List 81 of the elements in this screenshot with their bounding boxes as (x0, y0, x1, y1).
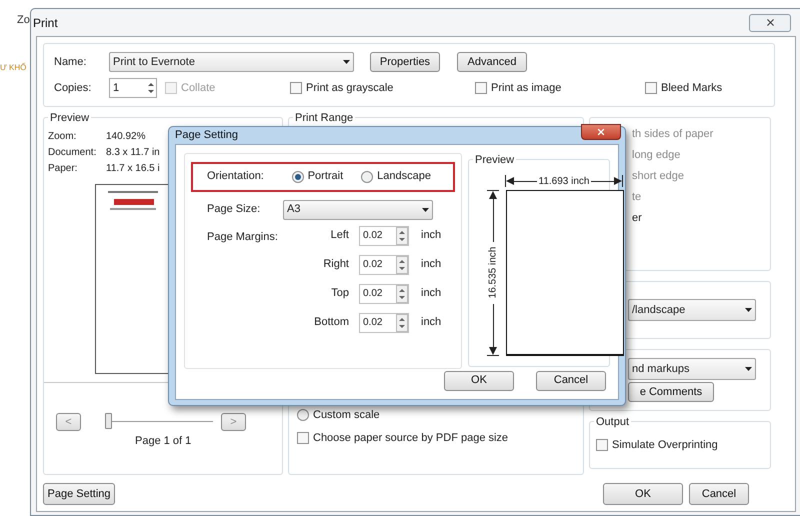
close-button[interactable] (749, 14, 791, 32)
radio-button[interactable] (361, 170, 374, 182)
checkbox-label: Choose paper source by PDF page size (313, 430, 508, 446)
toolbar-label: Zo (17, 13, 30, 28)
unit-label: inch (421, 228, 442, 244)
checkbox[interactable] (475, 82, 487, 94)
field-label: Page Size: (207, 202, 262, 218)
height-dimension: 16.535 inch (485, 190, 501, 356)
window-title: Print (33, 14, 58, 32)
comments-button[interactable]: e Comments (628, 382, 714, 402)
radio-label: Portrait (308, 169, 344, 184)
spinner-icon (396, 314, 408, 332)
dialog-title: Page Setting (175, 128, 238, 143)
option-label: te (632, 190, 642, 204)
checkbox-label: Collate (181, 80, 216, 96)
page-setting-button[interactable]: Page Setting (43, 483, 115, 505)
checkbox-label: Print as image (491, 80, 562, 96)
unit-label: inch (421, 286, 442, 302)
margin-label: Top (330, 286, 349, 302)
close-icon (596, 127, 606, 138)
ok-button[interactable]: OK (444, 370, 514, 390)
margin-field[interactable]: 0.02 (359, 226, 409, 246)
radio-label: Custom scale (313, 408, 380, 423)
info-value: 140.92% (106, 130, 146, 144)
field-label: Page Margins: (207, 230, 279, 244)
option-label: long edge (632, 148, 682, 162)
cancel-button[interactable]: Cancel (536, 370, 606, 390)
checkbox-label: Print as grayscale (306, 80, 394, 96)
field-label: Name: (54, 54, 88, 70)
caret-icon (745, 367, 752, 371)
advanced-button[interactable]: Advanced (457, 52, 527, 72)
caret-icon (422, 208, 429, 212)
info-value: 11.7 x 16.5 i (106, 162, 160, 176)
copies-field[interactable]: 1 (109, 78, 157, 98)
margin-field[interactable]: 0.02 (359, 312, 409, 332)
printer-dropdown[interactable]: Print to Evernote (109, 52, 354, 72)
checkbox-label: Simulate Overprinting (612, 438, 718, 453)
margin-label: Bottom (313, 315, 349, 330)
group-title: Output (594, 414, 632, 430)
page-slider[interactable] (105, 413, 213, 431)
margin-field[interactable]: 0.02 (359, 284, 409, 304)
close-icon (764, 17, 776, 28)
close-button[interactable] (581, 124, 621, 140)
page-size-dropdown[interactable]: A3 (283, 200, 433, 220)
margin-field[interactable]: 0.02 (359, 254, 409, 274)
radio-button[interactable] (292, 170, 304, 182)
checkbox[interactable] (290, 82, 302, 94)
caret-icon (343, 60, 350, 64)
slider-thumb[interactable] (105, 413, 112, 429)
side-text: Ư KHỐ (0, 62, 26, 74)
option-label: er (632, 211, 643, 225)
radio-label: Landscape (377, 169, 431, 184)
spinner-icon (396, 256, 408, 274)
option-label: th sides of paper (632, 127, 714, 141)
spinner-icon (146, 80, 156, 96)
checkbox[interactable] (596, 439, 608, 451)
info-value: 8.3 x 11.7 in (106, 146, 160, 160)
unit-label: inch (421, 257, 442, 272)
checkbox[interactable] (645, 82, 657, 94)
comments-dropdown[interactable]: nd markups (628, 358, 756, 380)
field-label: Copies: (54, 80, 92, 96)
properties-button[interactable]: Properties (370, 52, 440, 72)
caret-icon (745, 308, 752, 312)
orientation-dropdown[interactable]: /landscape (628, 299, 756, 321)
checkbox[interactable] (297, 432, 309, 444)
margin-label: Left (330, 228, 349, 244)
page-indicator: Page 1 of 1 (135, 434, 192, 449)
cancel-button[interactable]: Cancel (689, 483, 749, 505)
info-label: Document: (48, 146, 98, 160)
ok-button[interactable]: OK (603, 483, 683, 505)
margin-label: Right (322, 257, 349, 272)
info-label: Paper: (48, 162, 78, 176)
option-label: short edge (632, 169, 685, 183)
spinner-icon (396, 226, 408, 244)
field-label: Orientation: (207, 169, 265, 184)
spinner-icon (396, 284, 408, 302)
info-label: Zoom: (48, 130, 78, 144)
group-title: Print Range (293, 110, 356, 126)
checkbox-label: Bleed Marks (661, 80, 722, 96)
radio-button[interactable] (297, 409, 309, 422)
unit-label: inch (421, 315, 442, 330)
